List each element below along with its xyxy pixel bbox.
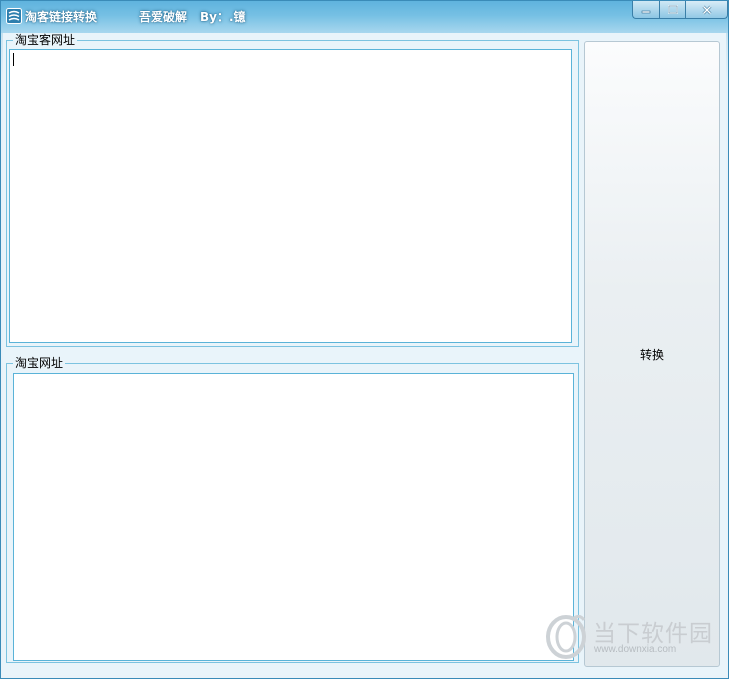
maximize-button[interactable] [659, 1, 685, 19]
taoke-url-input[interactable] [9, 49, 572, 343]
minimize-icon [641, 10, 651, 13]
app-window: 淘客链接转换 吾爱破解 By：.镱 淘宝客网址 淘宝网址 转换 当下软件园 ww… [0, 0, 729, 679]
taobao-url-output[interactable] [13, 373, 574, 661]
credit-text: 吾爱破解 [139, 10, 188, 24]
title-bar[interactable]: 淘客链接转换 吾爱破解 By：.镱 [1, 1, 728, 33]
taobao-url-label: 淘宝网址 [13, 356, 66, 370]
convert-button-label: 转换 [639, 347, 664, 362]
client-area: 淘宝客网址 淘宝网址 转换 [3, 33, 726, 675]
taobao-url-group: 淘宝网址 [6, 356, 579, 663]
author-text: By：.镱 [200, 10, 246, 24]
window-title: 淘客链接转换 [25, 10, 98, 24]
close-button[interactable] [685, 1, 728, 19]
text-caret [13, 53, 14, 66]
maximize-icon [667, 4, 678, 14]
window-controls [632, 1, 728, 19]
minimize-button[interactable] [632, 1, 659, 19]
close-icon [702, 5, 711, 14]
taoke-url-group: 淘宝客网址 [6, 33, 579, 347]
app-icon [6, 8, 22, 24]
taoke-url-label: 淘宝客网址 [13, 33, 78, 47]
convert-button[interactable]: 转换 [584, 41, 720, 667]
